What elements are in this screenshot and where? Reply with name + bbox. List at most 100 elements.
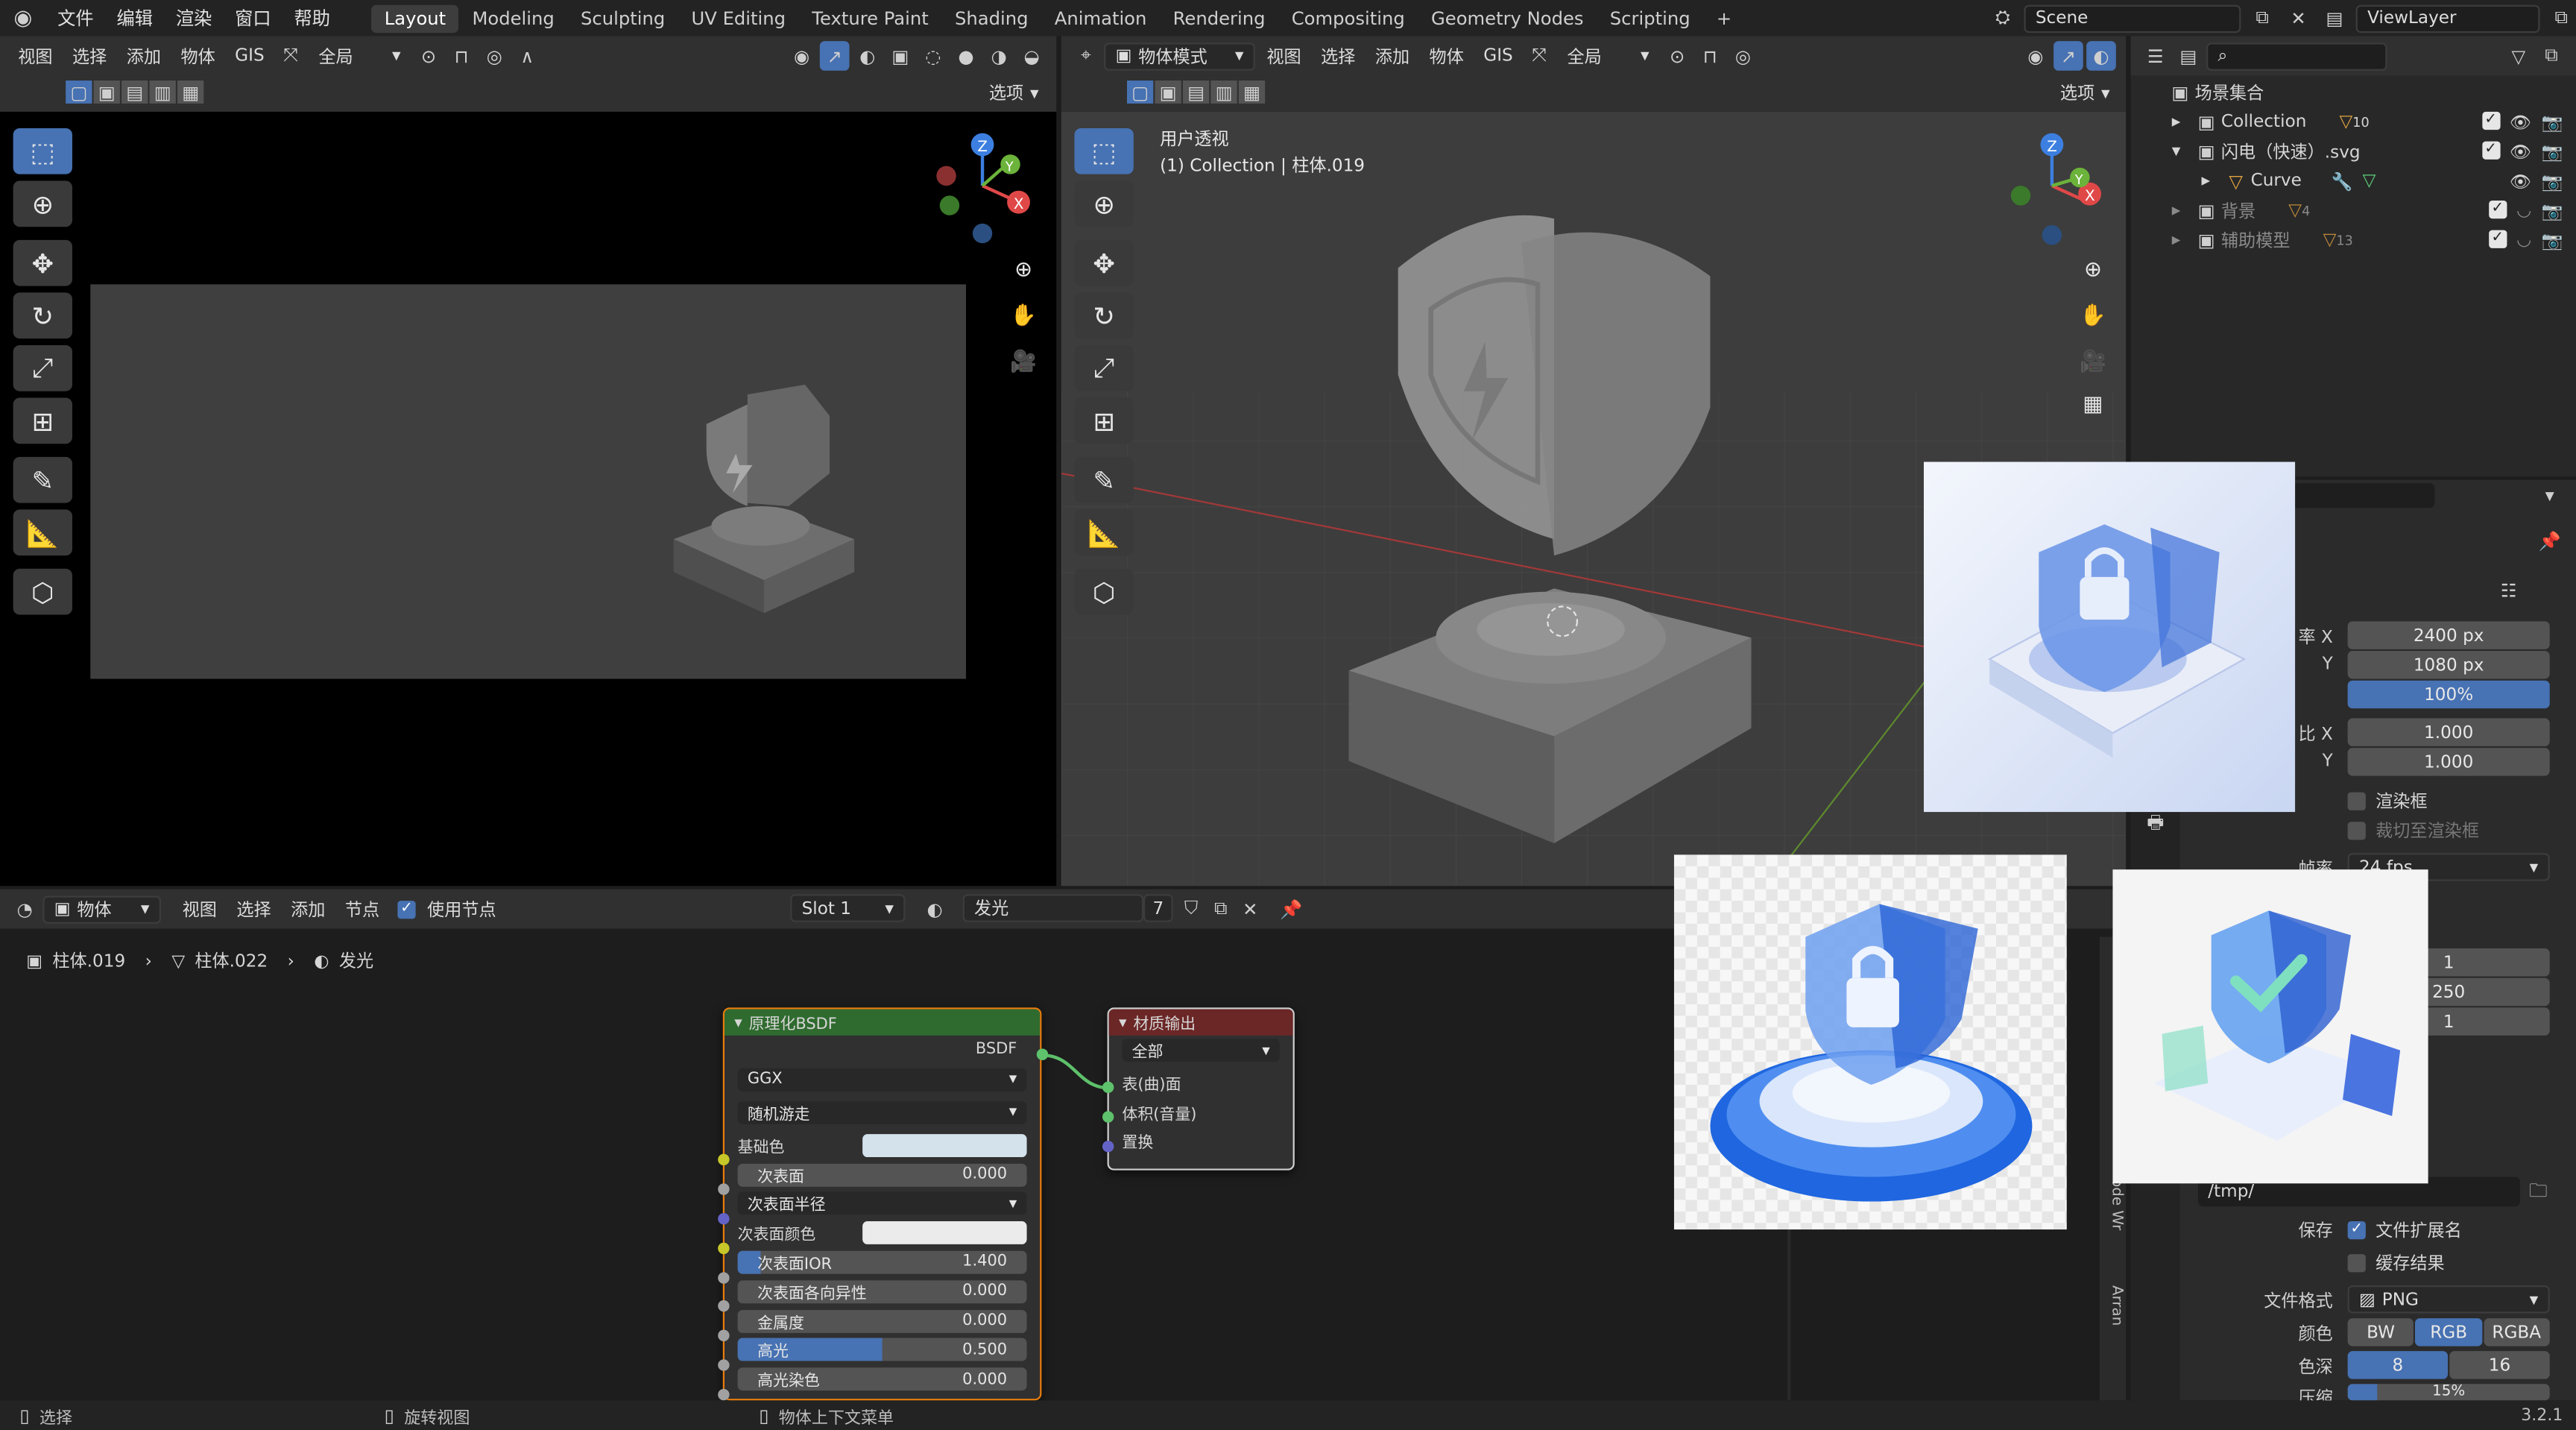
editor-type-icon[interactable]: ◔ — [10, 894, 40, 924]
subsurface-socket[interactable] — [718, 1183, 730, 1195]
blender-logo-icon[interactable]: ◉ — [0, 3, 46, 33]
tab-shading[interactable]: Shading — [941, 4, 1041, 32]
navigation-gizmo[interactable]: Z X Y — [1998, 128, 2112, 251]
duplicate-material-icon[interactable]: ⧉ — [1206, 894, 1236, 924]
volume-input-socket[interactable] — [1102, 1111, 1114, 1123]
menu-window[interactable]: 窗口 — [224, 5, 282, 31]
depth-16-button[interactable]: 16 — [2449, 1351, 2550, 1379]
menu-help[interactable]: 帮助 — [282, 5, 341, 31]
right-transform-dropdown[interactable]: 全局 ▾ — [1557, 42, 1659, 69]
exclude-checkbox[interactable]: ✓ — [2488, 229, 2507, 248]
displacement-input-socket[interactable] — [1102, 1140, 1114, 1153]
right-menu-view[interactable]: 视图 — [1258, 43, 1309, 68]
select-mode-new-icon[interactable]: ▢ — [1126, 81, 1154, 104]
exclude-checkbox[interactable]: ✓ — [2481, 110, 2500, 130]
pan-hand-icon[interactable]: ✋ — [2074, 296, 2113, 336]
properties-search[interactable] — [2273, 483, 2435, 508]
editor-type-icon[interactable]: ☰ — [2141, 41, 2171, 71]
outliner-scene-collection[interactable]: ▣ 场景集合 — [2135, 78, 2576, 107]
rotate-tool-icon[interactable]: ↻ — [13, 292, 72, 339]
subsurface-ior-socket[interactable] — [718, 1272, 730, 1284]
select-box-tool-icon[interactable]: ⬚ — [1074, 127, 1134, 174]
overlay-icon[interactable]: ◐ — [2086, 41, 2116, 71]
exclude-checkbox[interactable]: ✓ — [2488, 199, 2507, 218]
unlink-material-icon[interactable]: ✕ — [1235, 894, 1265, 924]
expand-arrow-icon[interactable]: ▸ — [2201, 171, 2220, 190]
right-menu-select[interactable]: 选择 — [1313, 43, 1363, 68]
cursor-tool-icon[interactable]: ⊕ — [13, 180, 72, 227]
right-options-dropdown[interactable]: 选项 ▾ — [2050, 78, 2120, 107]
resolution-percent-field[interactable]: 100% — [2347, 680, 2550, 709]
use-nodes-checkbox[interactable]: ✓ — [397, 900, 416, 919]
breadcrumb-mesh[interactable]: 柱体.022 — [195, 948, 268, 973]
resolution-y-field[interactable]: 1080 px — [2347, 651, 2550, 679]
fake-user-shield-icon[interactable]: ⛉ — [1176, 894, 1206, 924]
output-target-dropdown[interactable]: 全部 ▾ — [1122, 1039, 1280, 1062]
visibility-icon[interactable]: ◉ — [787, 41, 817, 71]
subsurface-radius-socket[interactable] — [718, 1212, 730, 1225]
snap-icon[interactable]: ⊓ — [1695, 41, 1725, 71]
menu-file[interactable]: 文件 — [46, 5, 105, 31]
select-mode-new-icon[interactable]: ▢ — [66, 81, 92, 104]
new-collection-icon[interactable]: ⧉ — [2536, 41, 2566, 71]
aspect-x-field[interactable]: 1.000 — [2347, 718, 2550, 746]
subsurface-anisotropy-field[interactable]: 次表面各向异性 0.000 — [737, 1279, 1027, 1303]
camera-view-icon[interactable]: 🎥 — [2074, 342, 2113, 382]
tab-sculpting[interactable]: Sculpting — [567, 4, 678, 32]
expand-arrow-icon[interactable]: ▸ — [2172, 112, 2191, 131]
gizmo-icon[interactable]: ↗ — [2053, 41, 2083, 71]
annotate-tool-icon[interactable]: ✎ — [13, 456, 72, 503]
distribution-dropdown[interactable]: GGX ▾ — [737, 1068, 1027, 1092]
material-shading-icon[interactable]: ◑ — [984, 41, 1014, 71]
pivot-icon[interactable]: ⊙ — [1662, 41, 1692, 71]
breadcrumb-object[interactable]: 柱体.019 — [52, 948, 125, 973]
outliner-item-collection[interactable]: ▸ ▣ Collection ▽ 10 ✓ 👁 📷 — [2135, 107, 2576, 136]
tab-layout[interactable]: Layout — [371, 4, 459, 32]
editor-type-icon[interactable]: ⌖ — [1071, 41, 1101, 71]
output-node-header[interactable]: ▾ 材质输出 — [1108, 1009, 1293, 1036]
cache-result-checkbox[interactable] — [2347, 1254, 2366, 1273]
snap-icon[interactable]: ⊓ — [446, 41, 476, 71]
outliner-item-background[interactable]: ▸ ▣ 背景 ▽ 4 ✓ ◡ 📷 — [2135, 195, 2576, 225]
transform-tool-icon[interactable]: ⊞ — [13, 397, 72, 444]
subsurface-radius-row[interactable]: 次表面半径 ▾ — [724, 1189, 1040, 1218]
add-cube-tool-icon[interactable]: ⬡ — [13, 568, 72, 615]
cursor-tool-icon[interactable]: ⊕ — [1074, 180, 1134, 227]
metallic-socket[interactable] — [718, 1329, 730, 1341]
close-scene-icon[interactable]: ✕ — [2284, 3, 2314, 33]
grid-view-icon[interactable]: ▦ — [2074, 385, 2113, 424]
tab-modeling[interactable]: Modeling — [459, 4, 568, 32]
annotate-tool-icon[interactable]: ✎ — [1074, 456, 1134, 503]
bsdf-node-header[interactable]: ▾ 原理化BSDF — [724, 1009, 1041, 1036]
file-format-dropdown[interactable]: ▨ PNG ▾ — [2347, 1285, 2550, 1314]
render-camera-icon[interactable]: 📷 — [2542, 230, 2563, 251]
subsurface-field[interactable]: 次表面 0.000 — [737, 1162, 1027, 1186]
viewlayer-selector[interactable]: ViewLayer — [2355, 4, 2540, 32]
expand-arrow-icon[interactable]: ▸ — [2172, 230, 2191, 250]
material-browse-icon[interactable]: ◐ — [920, 894, 950, 924]
solid-shading-icon[interactable]: ● — [951, 41, 981, 71]
render-camera-icon[interactable]: 📷 — [2542, 140, 2563, 162]
outliner-search[interactable]: ⌕ — [2206, 42, 2387, 70]
select-mode-extend-icon[interactable]: ▣ — [93, 81, 120, 104]
left-menu-select[interactable]: 选择 — [64, 43, 115, 68]
left-menu-object[interactable]: 物体 — [172, 43, 223, 68]
subsurface-color-swatch[interactable] — [862, 1221, 1027, 1245]
tab-scripting[interactable]: Scripting — [1597, 4, 1703, 32]
outliner-item-curve[interactable]: ▸ ▽ Curve 🔧 ▽ 👁 📷 — [2135, 166, 2576, 196]
left-viewport-canvas[interactable]: Z X Y ⊕ ✋ 🎥 — [0, 111, 1057, 886]
eye-icon[interactable]: 👁 — [2510, 170, 2531, 191]
camera-view-icon[interactable]: 🎥 — [1004, 342, 1044, 382]
subsurface-row[interactable]: 次表面 0.000 — [724, 1160, 1040, 1189]
specular-tint-field[interactable]: 高光染色 0.000 — [737, 1367, 1027, 1391]
expand-arrow-icon[interactable]: ▾ — [2172, 142, 2191, 161]
compression-slider[interactable]: 15% — [2347, 1384, 2550, 1401]
select-mode-invert-icon[interactable]: ▥ — [149, 81, 176, 104]
render-shading-icon[interactable]: ◒ — [1017, 41, 1046, 71]
right-menu-gis[interactable]: GIS — [1475, 46, 1521, 66]
new-scene-icon[interactable]: ⧉ — [2247, 3, 2277, 33]
right-menu-object[interactable]: 物体 — [1421, 43, 1472, 68]
select-mode-subtract-icon[interactable]: ▤ — [1182, 81, 1210, 104]
metallic-field[interactable]: 金属度 0.000 — [737, 1309, 1027, 1332]
node-menu-add[interactable]: 添加 — [282, 897, 333, 922]
